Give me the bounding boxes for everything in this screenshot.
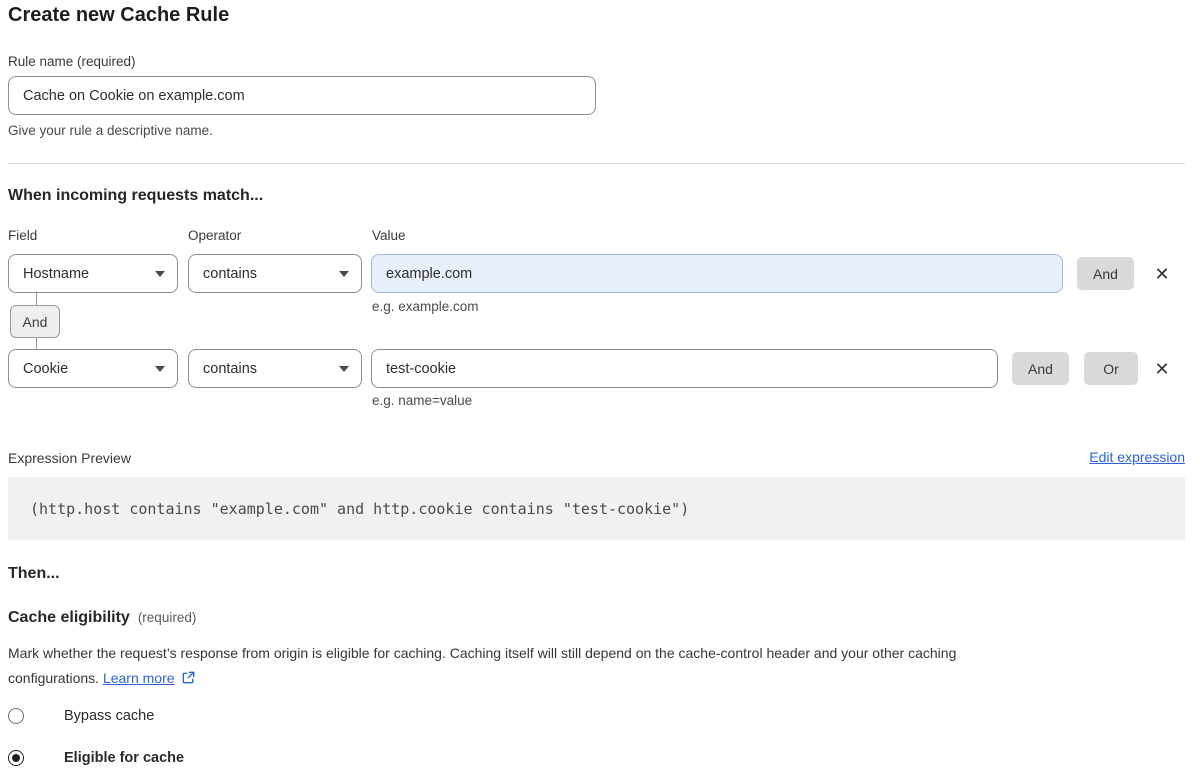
- expression-code-block: (http.host contains "example.com" and ht…: [8, 477, 1185, 540]
- chevron-down-icon: [339, 271, 349, 277]
- row1-and-button[interactable]: And: [1077, 257, 1134, 290]
- radio-option-eligible[interactable]: Eligible for cache: [0, 750, 184, 766]
- required-note: (required): [138, 610, 197, 625]
- then-heading: Then...: [8, 565, 60, 583]
- connector-and-button[interactable]: And: [10, 305, 60, 338]
- chevron-down-icon: [155, 366, 165, 372]
- chevron-down-icon: [339, 366, 349, 372]
- column-label-operator: Operator: [188, 228, 241, 243]
- radio-label-bypass: Bypass cache: [64, 708, 154, 724]
- chevron-down-icon: [155, 271, 165, 277]
- close-icon: ✕: [1154, 264, 1169, 285]
- row1-operator-select[interactable]: contains: [188, 254, 362, 293]
- column-label-value: Value: [372, 228, 406, 243]
- close-icon: ✕: [1154, 359, 1169, 380]
- rule-name-label: Rule name (required): [8, 54, 136, 69]
- row1-field-selected-value: Hostname: [23, 266, 89, 282]
- expression-preview-label: Expression Preview: [8, 450, 131, 466]
- radio-unselected-icon[interactable]: [8, 708, 24, 724]
- row1-value-hint: e.g. example.com: [372, 299, 479, 314]
- row2-and-button[interactable]: And: [1012, 352, 1069, 385]
- row2-value-input[interactable]: test-cookie: [371, 349, 998, 388]
- row2-operator-select[interactable]: contains: [188, 349, 362, 388]
- match-section-heading: When incoming requests match...: [8, 187, 263, 205]
- cache-eligibility-heading: Cache eligibility: [8, 609, 130, 626]
- rule-name-input[interactable]: Cache on Cookie on example.com: [8, 76, 596, 115]
- description-line2: configurations.: [8, 670, 99, 686]
- description-line1: Mark whether the request’s response from…: [8, 645, 956, 661]
- radio-option-bypass[interactable]: Bypass cache: [0, 708, 154, 724]
- radio-label-eligible: Eligible for cache: [64, 750, 184, 766]
- radio-selected-icon[interactable]: [8, 750, 24, 766]
- row1-field-select[interactable]: Hostname: [8, 254, 178, 293]
- external-link-icon: [181, 668, 196, 693]
- row2-field-selected-value: Cookie: [23, 361, 68, 377]
- row2-value-hint: e.g. name=value: [372, 393, 472, 408]
- row1-operator-selected-value: contains: [203, 266, 257, 282]
- connector-line-top: [36, 293, 37, 305]
- row2-remove-button[interactable]: ✕: [1150, 357, 1174, 381]
- connector-line-bottom: [36, 338, 37, 349]
- row2-or-button[interactable]: Or: [1084, 352, 1138, 385]
- row2-field-select[interactable]: Cookie: [8, 349, 178, 388]
- row1-remove-button[interactable]: ✕: [1150, 262, 1174, 286]
- rule-name-help: Give your rule a descriptive name.: [8, 123, 213, 138]
- expression-code: (http.host contains "example.com" and ht…: [30, 500, 689, 518]
- section-divider: [8, 163, 1185, 164]
- row1-value-input[interactable]: example.com: [371, 254, 1063, 293]
- learn-more-link[interactable]: Learn more: [103, 670, 175, 686]
- column-label-field: Field: [8, 228, 37, 243]
- cache-eligibility-description: Mark whether the request’s response from…: [8, 641, 1188, 693]
- edit-expression-link[interactable]: Edit expression: [1089, 449, 1185, 465]
- page-title: Create new Cache Rule: [8, 4, 229, 27]
- row2-operator-selected-value: contains: [203, 361, 257, 377]
- cache-eligibility-heading-row: Cache eligibility (required): [8, 609, 196, 627]
